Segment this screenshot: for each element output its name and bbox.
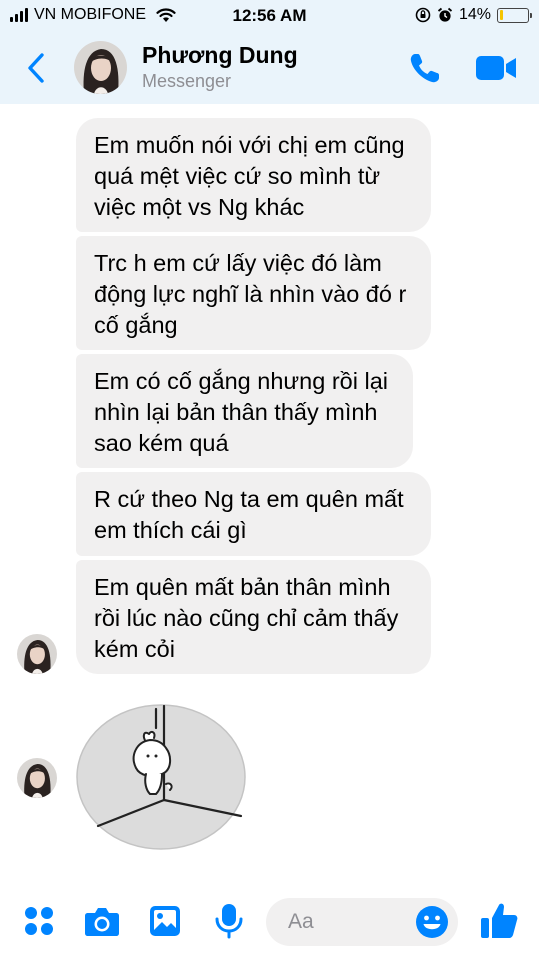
back-chevron-icon[interactable] xyxy=(22,50,52,86)
chat-header: Phương Dung Messenger xyxy=(0,32,539,104)
message-bubble[interactable]: R cứ theo Ng ta em quên mất em thích cái… xyxy=(76,472,431,556)
thumbs-up-icon[interactable] xyxy=(478,900,520,942)
emoji-icon[interactable] xyxy=(414,904,450,940)
message-bubble[interactable]: Em muốn nói với chị em cũng quá mệt việc… xyxy=(76,118,431,232)
status-bar: VN MOBIFONE 12:56 AM 14% xyxy=(0,0,539,32)
status-right: 14% xyxy=(415,6,532,24)
message-input[interactable]: Aa xyxy=(266,898,458,946)
camera-icon[interactable] xyxy=(84,905,120,937)
sad-bunny-sticker[interactable] xyxy=(76,704,246,850)
microphone-icon[interactable] xyxy=(214,902,244,940)
battery-fill xyxy=(499,10,504,20)
message-bubble[interactable]: Trc h em cứ lấy việc đó làm động lực ngh… xyxy=(76,236,431,350)
alarm-icon xyxy=(437,7,453,22)
message-bubble[interactable]: Em quên mất bản thân mình rồi lúc nào cũ… xyxy=(76,560,431,674)
contact-subtitle: Messenger xyxy=(142,71,232,91)
sender-avatar[interactable] xyxy=(17,758,57,798)
phone-icon[interactable] xyxy=(405,48,445,88)
message-bubble[interactable]: Em có cố gắng nhưng rồi lại nhìn lại bản… xyxy=(76,354,413,468)
battery-icon xyxy=(497,7,532,23)
apps-icon[interactable] xyxy=(22,904,56,938)
sender-avatar[interactable] xyxy=(17,634,57,674)
battery-percent: 14% xyxy=(458,6,491,23)
video-camera-icon[interactable] xyxy=(472,50,520,86)
photo-icon[interactable] xyxy=(148,904,182,938)
message-composer: Aa xyxy=(0,878,539,960)
orientation-lock-icon xyxy=(415,7,431,23)
contact-avatar[interactable] xyxy=(74,41,127,94)
message-input-placeholder: Aa xyxy=(288,910,314,933)
contact-name[interactable]: Phương Dung xyxy=(142,42,298,69)
